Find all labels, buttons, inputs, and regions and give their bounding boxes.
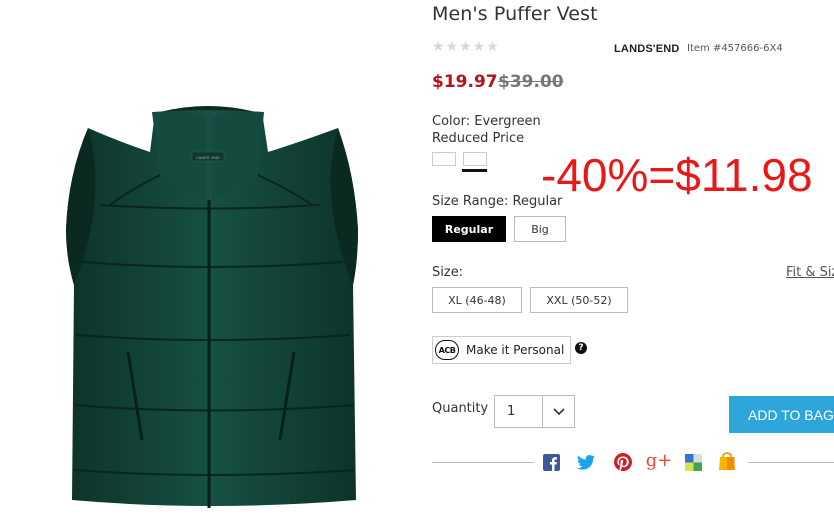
make-it-personal-label: Make it Personal: [466, 343, 565, 357]
delicious-icon[interactable]: [684, 453, 702, 471]
divider: [432, 462, 534, 463]
twitter-icon[interactable]: [577, 453, 595, 471]
google-plus-icon[interactable]: g+: [646, 452, 673, 470]
color-swatch[interactable]: [432, 152, 456, 166]
monogram-icon: ACB: [435, 340, 459, 360]
swatch-selected-indicator: [462, 169, 487, 172]
original-price: $39.00: [498, 72, 564, 92]
size-xl-button[interactable]: XL (46-48): [432, 287, 522, 313]
quantity-value: 1: [495, 396, 543, 427]
size-range-big-button[interactable]: Big: [514, 216, 566, 242]
discount-annotation: -40%=$11.98: [541, 149, 813, 201]
fit-and-size-link[interactable]: Fit & Size: [786, 265, 834, 280]
color-swatch-selected[interactable]: [463, 152, 487, 166]
color-label: Color: Evergreen: [432, 114, 541, 129]
quantity-label: Quantity: [432, 401, 489, 416]
sale-price: $19.97: [432, 72, 498, 92]
facebook-icon[interactable]: [542, 453, 560, 471]
rating-stars[interactable]: ★★★★★: [432, 39, 500, 55]
size-xxl-button[interactable]: XXL (50-52): [530, 287, 628, 313]
pinterest-icon[interactable]: [614, 453, 632, 471]
help-icon[interactable]: ?: [575, 342, 587, 354]
shopping-bag-icon[interactable]: [718, 452, 736, 470]
make-it-personal-button[interactable]: ACB Make it Personal: [432, 336, 571, 364]
item-number: Item #457666-6X4: [687, 43, 783, 54]
product-image[interactable]: LANDS' END: [0, 0, 420, 520]
reduced-price-label: Reduced Price: [432, 131, 525, 146]
brand-logo: LANDS'END: [614, 43, 680, 55]
size-range-regular-button[interactable]: Regular: [432, 216, 506, 242]
size-label: Size:: [432, 265, 464, 280]
size-range-label: Size Range: Regular: [432, 194, 563, 209]
chevron-down-icon[interactable]: [543, 396, 574, 427]
divider: [748, 462, 834, 463]
add-to-bag-button[interactable]: ADD TO BAG: [729, 396, 834, 433]
product-title: Men's Puffer Vest: [432, 3, 598, 25]
vest-tag-text: LANDS' END: [196, 155, 220, 160]
quantity-select[interactable]: 1: [494, 395, 575, 428]
